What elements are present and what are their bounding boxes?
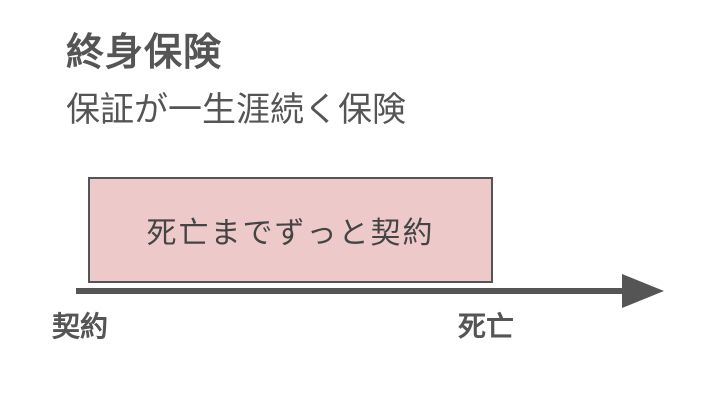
arrow-head-icon [622, 274, 664, 308]
timeline-start-label: 契約 [52, 310, 109, 343]
timeline-end-label: 死亡 [458, 310, 515, 343]
coverage-period-box: 死亡までずっと契約 [88, 177, 493, 283]
coverage-period-label: 死亡までずっと契約 [146, 216, 435, 251]
